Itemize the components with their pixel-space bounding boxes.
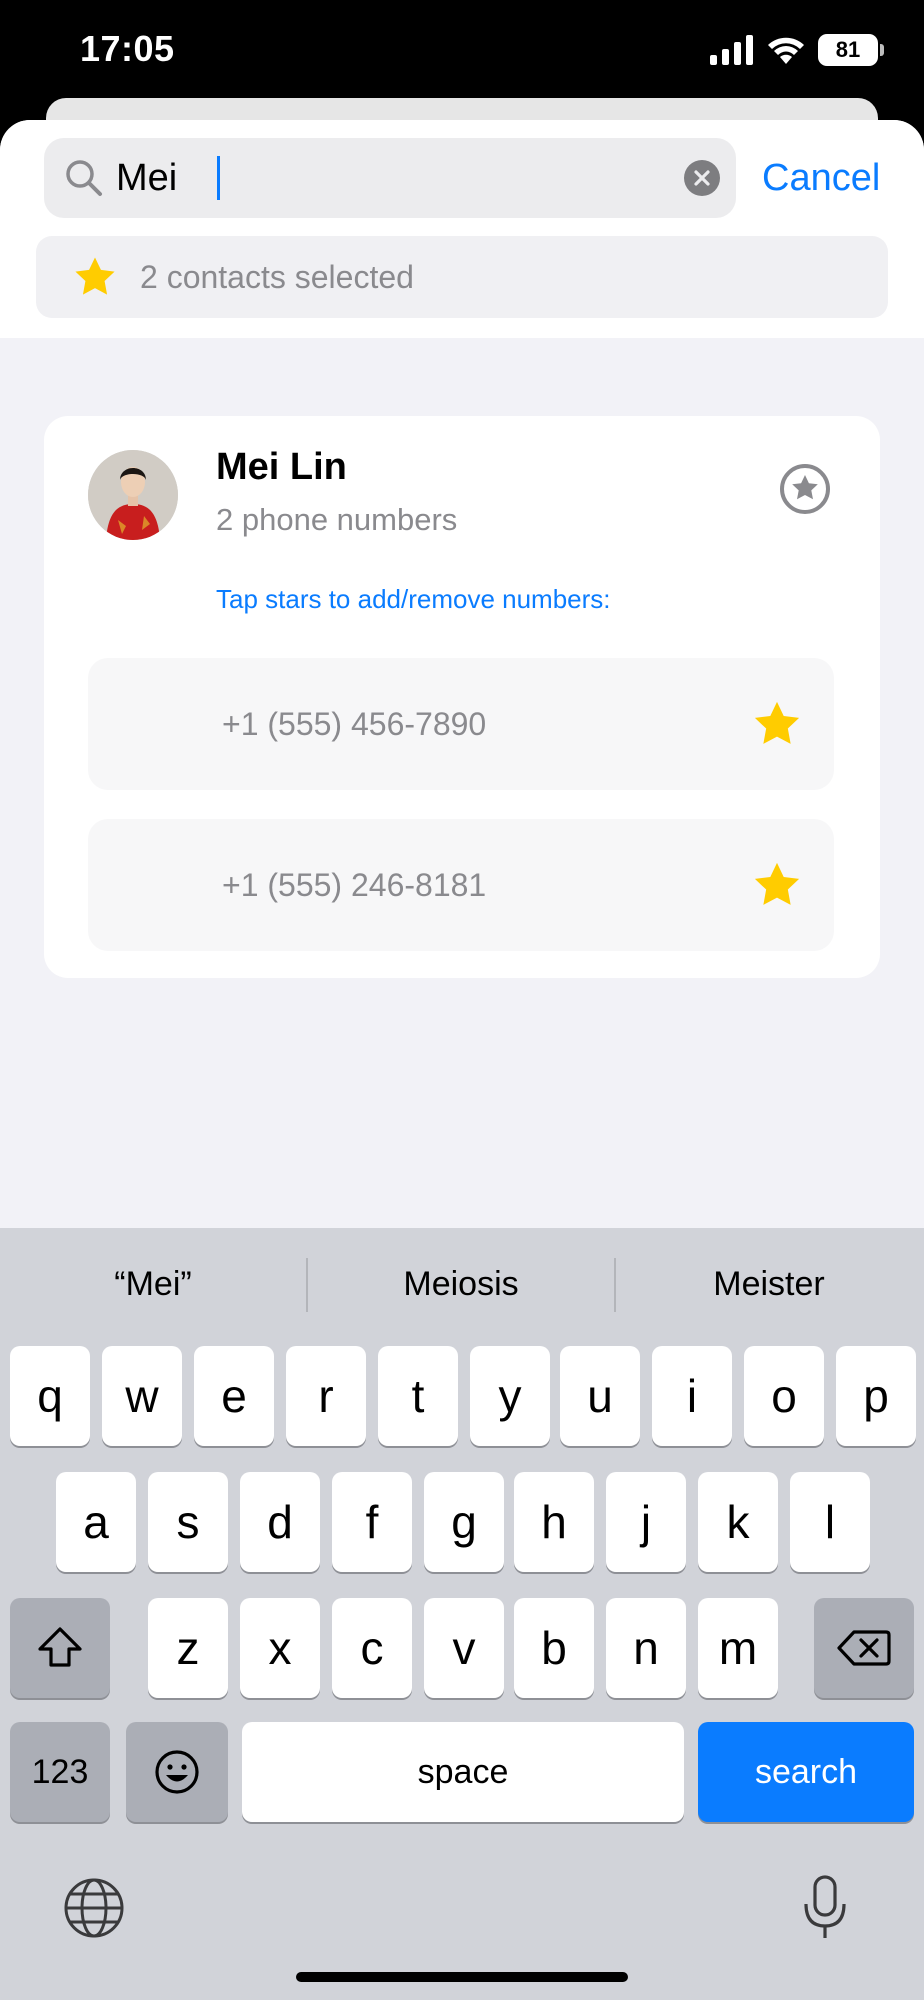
phone-number-row[interactable]: +1 (555) 456-7890	[88, 658, 834, 790]
hint-text: Tap stars to add/remove numbers:	[216, 584, 611, 614]
key-q[interactable]: q	[10, 1346, 90, 1446]
key-g[interactable]: g	[424, 1472, 504, 1572]
clear-search-button[interactable]	[684, 160, 720, 196]
phone-number-row[interactable]: +1 (555) 246-8181	[88, 819, 834, 951]
key-k[interactable]: k	[698, 1472, 778, 1572]
close-icon	[694, 170, 710, 186]
selected-contacts-bar[interactable]: 2 contacts selected	[36, 236, 888, 318]
contact-name: Mei Lin	[216, 446, 347, 488]
status-icons: 81	[710, 34, 884, 66]
suggestion-bar: “Mei” Meiosis Meister	[0, 1228, 924, 1340]
search-field[interactable]	[44, 138, 736, 218]
search-key[interactable]: search	[698, 1722, 914, 1822]
text-caret	[217, 156, 220, 200]
key-p[interactable]: p	[836, 1346, 916, 1446]
delete-key[interactable]	[814, 1598, 914, 1698]
key-o[interactable]: o	[744, 1346, 824, 1446]
wifi-icon	[768, 37, 804, 64]
key-l[interactable]: l	[790, 1472, 870, 1572]
sheet-header: Cancel 2 contacts selected	[0, 120, 924, 338]
suggestion-item[interactable]: Meister	[616, 1228, 922, 1340]
key-u[interactable]: u	[560, 1346, 640, 1446]
contact-card: Mei Lin 2 phone numbers Tap stars to add…	[44, 416, 880, 978]
avatar	[88, 450, 178, 540]
phone-number: +1 (555) 456-7890	[222, 706, 487, 742]
key-z[interactable]: z	[148, 1598, 228, 1698]
suggestion-item[interactable]: “Mei”	[0, 1228, 306, 1340]
key-i[interactable]: i	[652, 1346, 732, 1446]
star-icon	[75, 257, 115, 295]
backspace-icon	[837, 1630, 891, 1666]
search-input[interactable]	[116, 138, 636, 218]
key-h[interactable]: h	[514, 1472, 594, 1572]
emoji-icon	[155, 1750, 199, 1794]
signal-icon	[710, 35, 753, 65]
key-y[interactable]: y	[470, 1346, 550, 1446]
key-n[interactable]: n	[606, 1598, 686, 1698]
key-b[interactable]: b	[514, 1598, 594, 1698]
microphone-icon[interactable]	[800, 1874, 850, 1942]
key-m[interactable]: m	[698, 1598, 778, 1698]
phone-number: +1 (555) 246-8181	[222, 867, 487, 903]
shift-key[interactable]	[10, 1598, 110, 1698]
status-time: 17:05	[80, 28, 175, 69]
key-w[interactable]: w	[102, 1346, 182, 1446]
key-j[interactable]: j	[606, 1472, 686, 1572]
suggestion-item[interactable]: Meiosis	[308, 1228, 614, 1340]
key-x[interactable]: x	[240, 1598, 320, 1698]
globe-icon[interactable]	[62, 1876, 126, 1940]
key-c[interactable]: c	[332, 1598, 412, 1698]
key-r[interactable]: r	[286, 1346, 366, 1446]
toggle-all-star-button[interactable]	[778, 462, 832, 516]
star-icon[interactable]	[750, 698, 804, 750]
status-bar: 17:05 81	[0, 0, 924, 100]
cancel-button[interactable]: Cancel	[762, 138, 880, 218]
numbers-key[interactable]: 123	[10, 1722, 110, 1822]
contact-phone-count: 2 phone numbers	[216, 502, 458, 537]
star-icon[interactable]	[750, 859, 804, 911]
selected-count-text: 2 contacts selected	[140, 259, 414, 295]
key-e[interactable]: e	[194, 1346, 274, 1446]
home-indicator	[296, 1972, 628, 1982]
key-s[interactable]: s	[148, 1472, 228, 1572]
key-v[interactable]: v	[424, 1598, 504, 1698]
shift-icon	[38, 1627, 82, 1667]
key-t[interactable]: t	[378, 1346, 458, 1446]
key-f[interactable]: f	[332, 1472, 412, 1572]
emoji-key[interactable]	[126, 1722, 228, 1822]
contact-picker-sheet: Cancel 2 contacts selected Mei Lin 2 pho…	[0, 120, 924, 1230]
battery-indicator: 81	[818, 34, 884, 66]
keyboard: “Mei” Meiosis Meister q w e r t y u i o …	[0, 1228, 924, 2000]
key-d[interactable]: d	[240, 1472, 320, 1572]
key-a[interactable]: a	[56, 1472, 136, 1572]
space-key[interactable]: space	[242, 1722, 684, 1822]
search-icon	[66, 160, 102, 196]
